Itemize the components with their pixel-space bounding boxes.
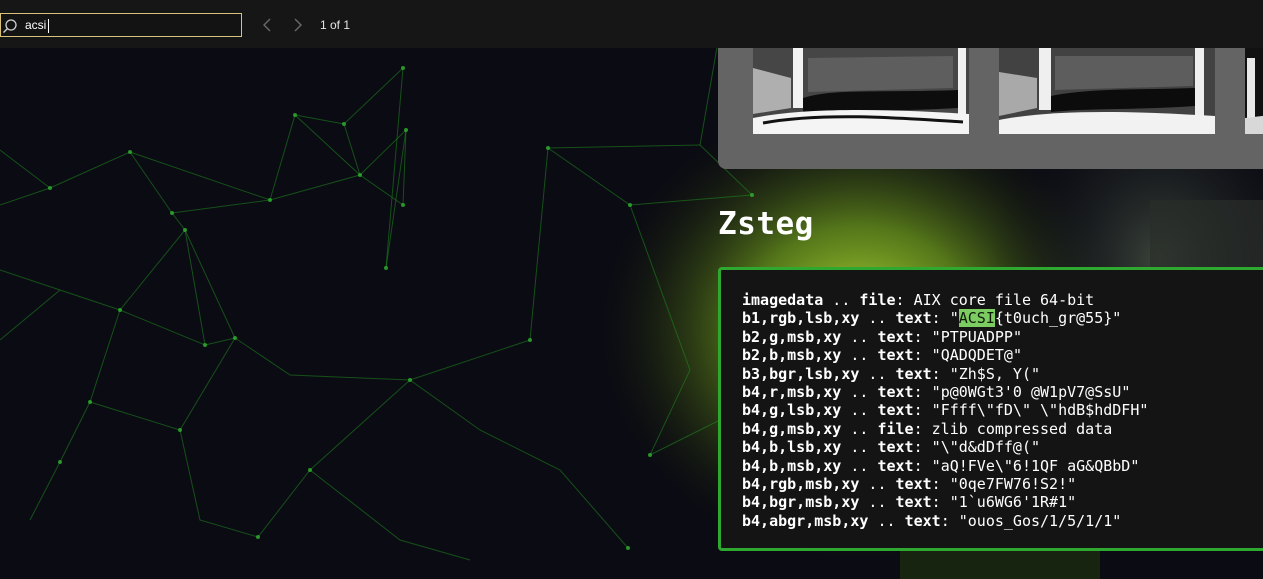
output-value: {t0uch_gr@55} xyxy=(994,309,1113,328)
output-value: QADQDET@ xyxy=(940,346,1013,365)
zsteg-output-box: imagedata .. file: AIX core file 64-bit b… xyxy=(718,267,1263,551)
find-input[interactable] xyxy=(25,16,235,34)
output-channel: b4,g,lsb,xy xyxy=(742,401,842,420)
chevron-left-icon[interactable] xyxy=(258,15,278,35)
find-field[interactable] xyxy=(0,13,242,37)
output-value: 1`u6WG6'1R#1 xyxy=(958,493,1068,512)
match-count: 1 of 1 xyxy=(320,18,351,32)
output-channel: b2,b,msb,xy xyxy=(742,346,842,365)
output-kind: text xyxy=(895,309,932,328)
output-value: zlib compressed data xyxy=(931,419,1113,438)
output-kind: text xyxy=(877,438,914,457)
output-channel: b4,bgr,msb,xy xyxy=(742,493,860,512)
output-line: b2,g,msb,xy .. text: "PTPUADPP" xyxy=(742,327,1022,346)
output-channel: b4,b,lsb,xy xyxy=(742,438,842,457)
magnifier-icon xyxy=(3,19,17,33)
output-channel: b4,g,msb,xy xyxy=(742,419,842,438)
output-value: \"d&dDff@( xyxy=(940,438,1031,457)
page: 1 of 1 Zste xyxy=(0,0,1263,579)
output-value: aQ!FVe\"6!1QF aG&QBbD xyxy=(940,456,1131,475)
output-value: AIX core file 64-bit xyxy=(913,291,1095,309)
output-line: b4,g,msb,xy .. file: zlib compressed dat… xyxy=(742,419,1113,438)
output-line: b4,r,msb,xy .. text: "p@0WGt3'0 @W1pV7@S… xyxy=(742,383,1131,402)
output-channel: b4,b,msb,xy xyxy=(742,456,842,475)
output-line: b4,g,lsb,xy .. text: "Ffff\"fD\" \"hdB$h… xyxy=(742,401,1149,420)
output-channel: b4,r,msb,xy xyxy=(742,383,842,402)
output-kind: file xyxy=(859,291,896,309)
output-line: imagedata .. file: AIX core file 64-bit xyxy=(742,291,1095,309)
output-channel: b3,bgr,lsb,xy xyxy=(742,364,860,383)
output-line: b4,b,lsb,xy .. text: "\"d&dDff@(" xyxy=(742,438,1041,457)
output-line: b4,rgb,msb,xy .. text: "0qe7FW76!S2!" xyxy=(742,475,1077,494)
output-line: b2,b,msb,xy .. text: "QADQDET@" xyxy=(742,346,1022,365)
text-caret xyxy=(48,19,49,33)
chevron-right-icon[interactable] xyxy=(287,15,307,35)
output-line: b1,rgb,lsb,xy .. text: "ACSI{t0uch_gr@55… xyxy=(742,309,1122,328)
output-value: Zh$S, Y( xyxy=(958,364,1031,383)
output-value: 0qe7FW76!S2! xyxy=(958,475,1068,494)
gallery-thumbnail[interactable] xyxy=(753,48,969,134)
output-kind: text xyxy=(877,456,914,475)
output-kind: file xyxy=(877,419,914,438)
zsteg-output: imagedata .. file: AIX core file 64-bit b… xyxy=(742,291,1148,530)
output-kind: text xyxy=(895,493,932,512)
output-kind: text xyxy=(877,327,914,346)
gallery-thumbnail[interactable] xyxy=(1245,48,1263,134)
output-kind: text xyxy=(877,383,914,402)
output-line: b4,bgr,msb,xy .. text: "1`u6WG6'1R#1" xyxy=(742,493,1077,512)
output-channel: b2,g,msb,xy xyxy=(742,327,842,346)
gallery-thumbnail[interactable] xyxy=(999,48,1215,134)
output-value: PTPUADPP xyxy=(940,327,1013,346)
output-kind: text xyxy=(895,364,932,383)
output-value: p@0WGt3'0 @W1pV7@SsU xyxy=(940,383,1122,402)
output-value: ouos_Gos/1/5/1/1 xyxy=(967,511,1113,530)
output-kind: text xyxy=(895,475,932,494)
section-title: Zsteg xyxy=(718,206,814,242)
output-line: b4,abgr,msb,xy .. text: "ouos_Gos/1/5/1/… xyxy=(742,511,1122,530)
search-match-highlight: ACSI xyxy=(958,309,995,328)
output-kind: text xyxy=(877,401,914,420)
output-channel: b1,rgb,lsb,xy xyxy=(742,309,860,328)
output-channel: b4,abgr,msb,xy xyxy=(742,511,869,530)
output-channel: imagedata xyxy=(742,291,824,309)
output-kind: text xyxy=(904,511,941,530)
output-channel: b4,rgb,msb,xy xyxy=(742,475,860,494)
output-kind: text xyxy=(877,346,914,365)
image-gallery xyxy=(718,40,1263,169)
output-value: Ffff\"fD\" \"hdB$hdDFH xyxy=(940,401,1140,420)
find-bar: 1 of 1 xyxy=(0,0,1263,48)
output-line: b3,bgr,lsb,xy .. text: "Zh$S, Y(" xyxy=(742,364,1041,383)
output-line: b4,b,msb,xy .. text: "aQ!FVe\"6!1QF aG&Q… xyxy=(742,456,1140,475)
